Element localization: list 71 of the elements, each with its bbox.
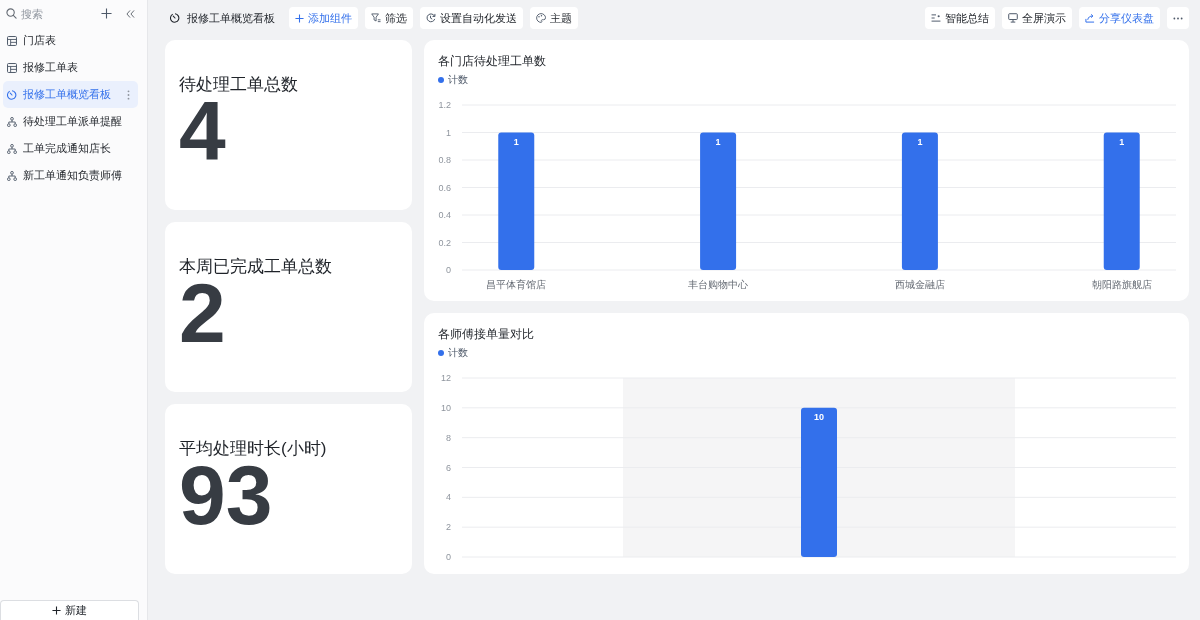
axis-tick-label: 0.2	[438, 237, 451, 248]
sidebar-item[interactable]: 报修工单概览看板	[3, 81, 138, 108]
toolbar-button[interactable]: 智能总结	[925, 7, 995, 29]
axis-category-label: 西城金融店	[894, 279, 945, 290]
toolbar-button[interactable]: 分享仪表盘	[1079, 7, 1160, 29]
more-vertical-icon[interactable]	[127, 89, 130, 100]
sidebar-item[interactable]: 工单完成通知店长	[3, 135, 138, 162]
axis-category-label: 朝阳路旗舰店	[1091, 279, 1152, 290]
axis-tick-label: 0	[446, 552, 451, 562]
node-tree-icon	[7, 116, 17, 127]
axis-tick-label: 4	[446, 492, 451, 503]
toolbar-button[interactable]: 筛选	[365, 7, 413, 29]
sidebar-item[interactable]: 报修工单表	[3, 54, 138, 81]
plus-icon	[101, 8, 112, 19]
axis-tick-label: 12	[441, 373, 451, 383]
axis-category-label: 昌平体育馆店	[486, 279, 547, 290]
chart-title: 各师傅接单量对比	[438, 326, 534, 342]
gauge-icon	[7, 89, 17, 100]
toolbar-button[interactable]: 主题	[530, 7, 578, 29]
table-icon	[7, 35, 17, 46]
axis-tick-label: 0	[446, 265, 451, 275]
new-button[interactable]: 新建	[0, 600, 139, 620]
bar[interactable]	[700, 132, 737, 270]
search-field[interactable]: 搜索	[21, 7, 81, 20]
toolbar-button[interactable]: 设置自动化发送	[420, 7, 523, 29]
bar[interactable]	[1103, 132, 1140, 270]
axis-tick-label: 0.8	[438, 155, 451, 165]
dashboard-title: 报修工单概览看板	[187, 10, 275, 26]
double-chevron-left-icon	[126, 9, 135, 18]
legend-label: 计数	[448, 346, 468, 360]
share-icon	[1085, 13, 1095, 23]
monitor-icon	[1008, 13, 1018, 23]
table-icon	[7, 62, 17, 73]
node-tree-icon	[7, 170, 17, 181]
toolbar-button[interactable]: 全屏演示	[1002, 7, 1072, 29]
axis-tick-label: 1.2	[438, 100, 451, 110]
plus-icon	[52, 606, 61, 615]
collapse-button[interactable]	[124, 7, 137, 20]
data-label: 1	[513, 136, 519, 147]
axis-tick-label: 8	[446, 432, 451, 443]
legend-label: 计数	[448, 73, 468, 87]
bar[interactable]	[498, 132, 535, 270]
data-label: 10	[814, 411, 824, 422]
axis-tick-label: 6	[446, 462, 451, 473]
add-button[interactable]	[99, 6, 114, 21]
data-label: 1	[1119, 136, 1125, 147]
axis-category-label: 丰台购物中心	[688, 279, 749, 290]
chart-title: 各门店待处理工单数	[438, 53, 546, 69]
sidebar-item[interactable]: 待处理工单派单提醒	[3, 108, 138, 135]
sidebar-item[interactable]: 新工单通知负责师傅	[3, 162, 138, 189]
list-icon	[931, 14, 941, 22]
axis-tick-label: 2	[446, 522, 451, 533]
filter-icon	[371, 13, 381, 23]
sidebar-item[interactable]: 门店表	[3, 27, 138, 54]
data-label: 1	[917, 136, 923, 147]
search-icon	[6, 8, 17, 19]
toolbar-button[interactable]: 添加组件	[289, 7, 358, 29]
axis-tick-label: 1	[446, 127, 451, 138]
axis-tick-label: 10	[441, 402, 451, 413]
axis-tick-label: 0.6	[438, 182, 451, 193]
more-icon	[1173, 16, 1183, 20]
gauge-icon	[170, 13, 180, 23]
clock-icon	[426, 13, 436, 23]
more-button[interactable]	[1167, 7, 1189, 29]
node-tree-icon	[7, 143, 17, 154]
plus-icon	[295, 13, 304, 23]
data-label: 1	[715, 136, 721, 147]
bar[interactable]	[901, 132, 938, 270]
stat-title: 平均处理时长(小时)	[179, 439, 327, 459]
axis-tick-label: 0.4	[438, 210, 451, 220]
palette-icon	[536, 13, 546, 23]
